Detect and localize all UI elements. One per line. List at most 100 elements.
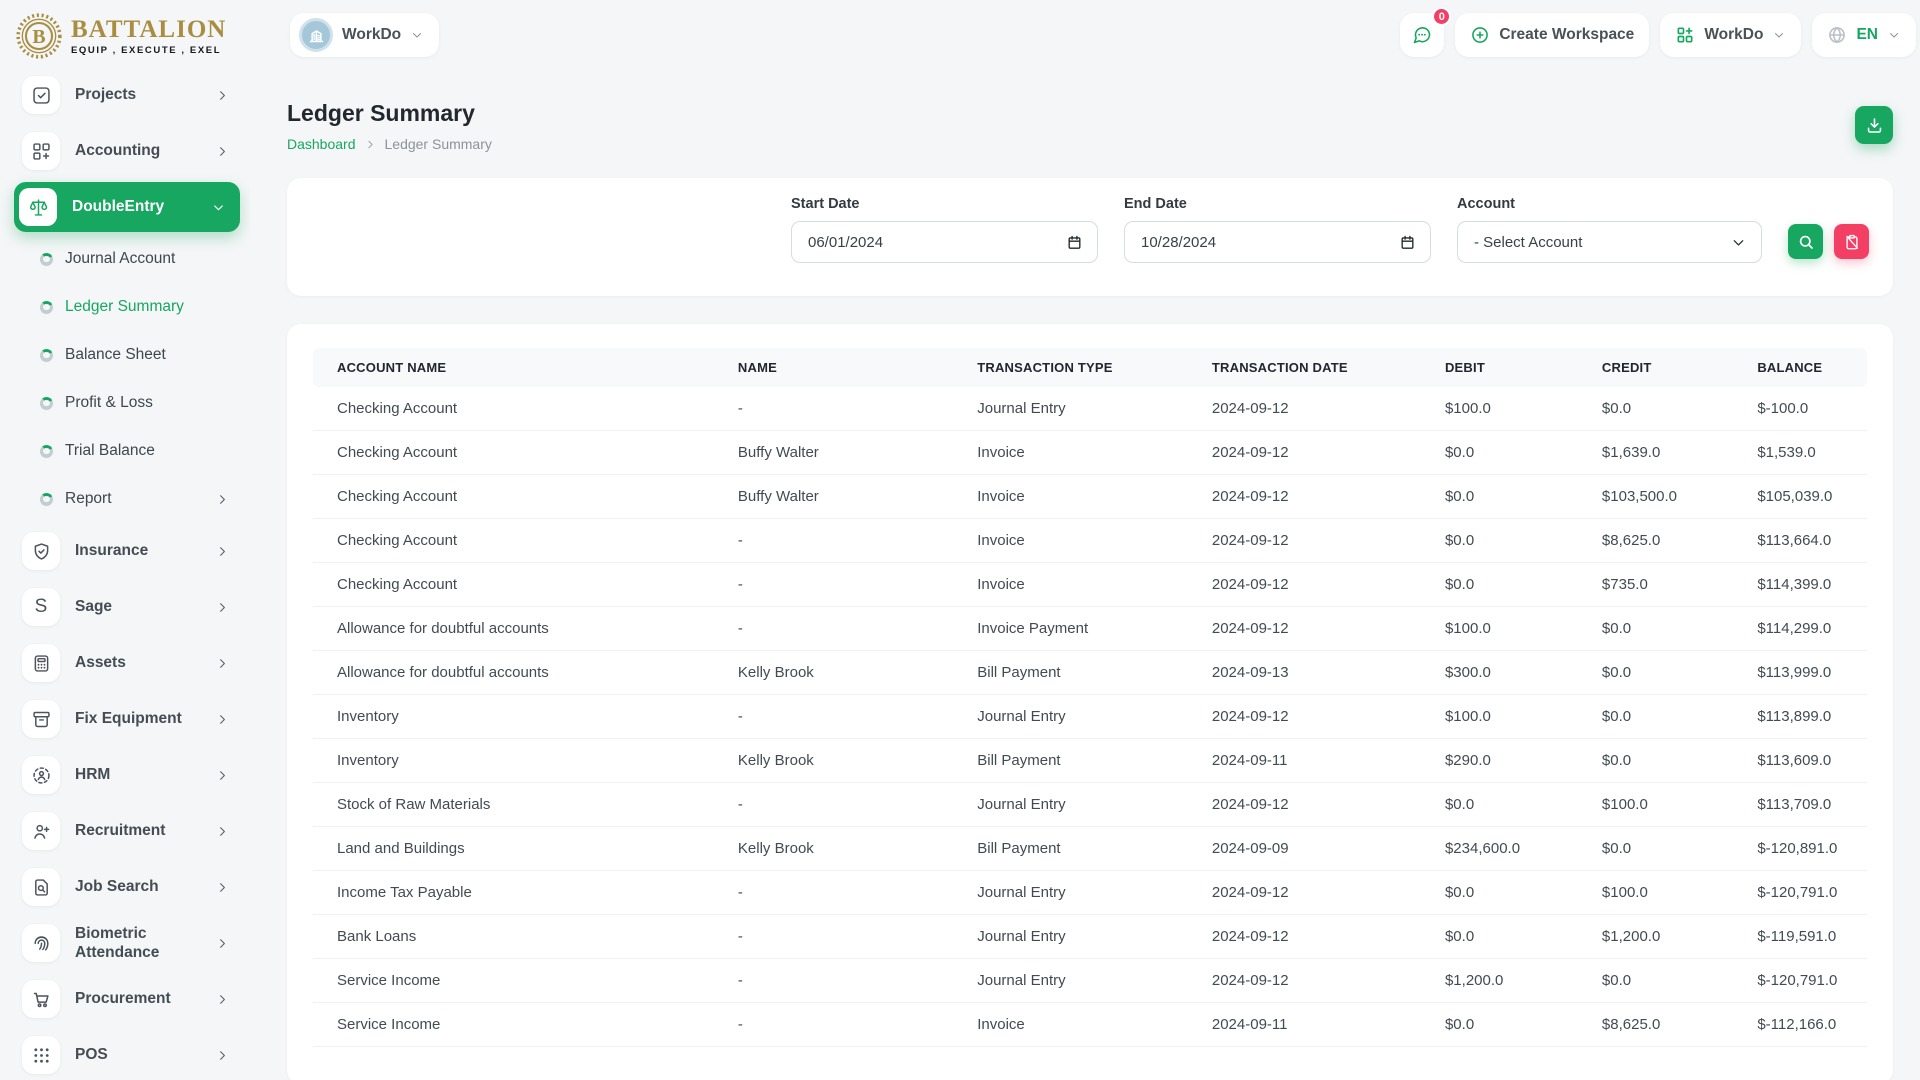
column-header-balance: BALANCE	[1733, 348, 1867, 387]
brand-name: BATTALION	[71, 15, 227, 43]
sidebar-item-accounting[interactable]: Accounting	[14, 123, 244, 179]
bullet-icon	[40, 348, 53, 362]
table-row: Service Income - Journal Entry 2024-09-12 $1…	[313, 959, 1867, 1003]
cell-balance: $114,299.0	[1757, 620, 1832, 637]
sage-icon: S	[22, 588, 60, 626]
chevron-right-icon	[215, 712, 230, 727]
cell-transaction-type: Bill Payment	[977, 752, 1061, 769]
brand-logo[interactable]: B BATTALION EQUIP , EXECUTE , EXEL	[0, 0, 250, 67]
table-row: Allowance for doubtful accounts Kelly Bro…	[313, 651, 1867, 695]
download-button[interactable]	[1855, 106, 1893, 144]
chevron-right-icon	[215, 880, 230, 895]
sidebar-item-insurance[interactable]: Insurance	[14, 523, 244, 579]
sidebar-item-biometric-attendance[interactable]: Biometric Attendance	[14, 915, 244, 971]
bullet-icon	[40, 492, 53, 506]
sidebar-item-assets[interactable]: Assets	[14, 635, 244, 691]
sidebar-subitem-profit-loss[interactable]: Profit & Loss	[0, 379, 244, 427]
svg-text:B: B	[32, 26, 45, 48]
table-row: Land and Buildings Kelly Brook Bill Paymen…	[313, 827, 1867, 871]
messages-button[interactable]: 0	[1400, 7, 1452, 57]
table-row: Allowance for doubtful accounts - Invoice …	[313, 607, 1867, 651]
sidebar-subitem-journal-account[interactable]: Journal Account	[0, 235, 244, 283]
chevron-right-icon	[364, 138, 377, 151]
insurance-icon	[22, 532, 60, 570]
end-date-input[interactable]: 10/28/2024	[1124, 221, 1431, 263]
cell-name: -	[737, 532, 743, 549]
chevron-right-icon	[215, 992, 230, 1007]
sidebar-item-label: Assets	[75, 654, 126, 672]
sidebar-item-pos[interactable]: POS	[14, 1027, 244, 1080]
workspace-switcher-label: WorkDo	[342, 26, 402, 43]
bullet-icon	[40, 300, 53, 314]
cell-debit: $0.0	[1444, 796, 1475, 813]
language-button[interactable]: EN	[1812, 13, 1916, 57]
chevron-right-icon	[215, 768, 230, 783]
cell-debit: $234,600.0	[1444, 840, 1521, 857]
reset-filter-button[interactable]	[1834, 224, 1869, 259]
chevron-right-icon	[215, 492, 230, 507]
sidebar-subitem-balance-sheet[interactable]: Balance Sheet	[0, 331, 244, 379]
sidebar-item-procurement[interactable]: Procurement	[14, 971, 244, 1027]
table-row: Inventory - Journal Entry 2024-09-12 $100.0 $…	[313, 695, 1867, 739]
sidebar-item-hrm[interactable]: HRM	[14, 747, 244, 803]
brand-emblem-icon: B	[16, 13, 62, 59]
chevron-right-icon	[215, 824, 230, 839]
sidebar-subitem-ledger-summary[interactable]: Ledger Summary	[0, 283, 244, 331]
sidebar-subitem-trial-balance[interactable]: Trial Balance	[0, 427, 244, 475]
cell-transaction-date: 2024-09-12	[1211, 400, 1289, 417]
chevron-down-icon	[1887, 28, 1901, 42]
cell-transaction-type: Invoice	[977, 576, 1025, 593]
ledger-table: ACCOUNT NAME NAME TRANSACTION TYPE TRANSACT…	[313, 348, 1867, 1047]
cell-transaction-type: Journal Entry	[977, 928, 1066, 945]
cell-transaction-date: 2024-09-09	[1211, 840, 1289, 857]
cell-debit: $0.0	[1444, 532, 1475, 549]
cell-name: -	[737, 620, 743, 637]
app-menu-button[interactable]: WorkDo	[1660, 13, 1802, 57]
page-title: Ledger Summary	[287, 100, 475, 126]
cell-balance: $113,609.0	[1757, 752, 1832, 769]
workspace-switcher[interactable]: WorkDo	[290, 13, 440, 57]
breadcrumb-dashboard[interactable]: Dashboard	[287, 136, 356, 152]
column-header-transaction-type: TRANSACTION TYPE	[953, 348, 1188, 387]
search-button[interactable]	[1788, 224, 1823, 259]
cell-credit: $735.0	[1601, 576, 1648, 593]
cell-account-name: Checking Account	[337, 400, 458, 417]
column-header-credit: CREDIT	[1577, 348, 1734, 387]
cell-name: -	[737, 1016, 743, 1033]
chevron-right-icon	[215, 1048, 230, 1063]
cell-account-name: Income Tax Payable	[337, 884, 472, 901]
cell-credit: $100.0	[1601, 796, 1648, 813]
cell-debit: $0.0	[1444, 488, 1475, 505]
sidebar-subitem-label: Trial Balance	[65, 442, 155, 459]
cell-balance: $1,539.0	[1757, 444, 1816, 461]
cell-transaction-type: Invoice	[977, 488, 1025, 505]
sidebar-item-projects[interactable]: Projects	[14, 67, 244, 123]
sidebar-item-job-search[interactable]: Job Search	[14, 859, 244, 915]
create-workspace-button[interactable]: Create Workspace	[1455, 13, 1650, 57]
sidebar-item-recruitment[interactable]: Recruitment	[14, 803, 244, 859]
cell-transaction-type: Invoice Payment	[977, 620, 1089, 637]
cell-debit: $300.0	[1444, 664, 1491, 681]
cell-debit: $290.0	[1444, 752, 1491, 769]
procurement-icon	[22, 980, 60, 1018]
sidebar-subitem-report[interactable]: Report	[0, 475, 244, 523]
cell-name: -	[737, 884, 743, 901]
account-select[interactable]: - Select Account	[1457, 221, 1762, 263]
end-date-value: 10/28/2024	[1141, 233, 1217, 251]
cell-debit: $1,200.0	[1444, 972, 1504, 989]
clipboard-off-icon	[1843, 233, 1861, 251]
messages-badge: 0	[1432, 7, 1452, 26]
sidebar-subitem-label: Journal Account	[65, 250, 176, 267]
cell-name: Kelly Brook	[737, 752, 814, 769]
sidebar-item-fix-equipment[interactable]: Fix Equipment	[14, 691, 244, 747]
cell-debit: $0.0	[1444, 1016, 1475, 1033]
cell-transaction-date: 2024-09-11	[1211, 752, 1288, 769]
cell-account-name: Inventory	[337, 752, 399, 769]
double-entry-scales-icon	[19, 188, 57, 226]
sidebar-item-doubleentry[interactable]: DoubleEntry	[14, 182, 240, 232]
start-date-input[interactable]: 06/01/2024	[791, 221, 1098, 263]
account-select-value: - Select Account	[1474, 233, 1583, 251]
cell-name: Kelly Brook	[737, 840, 814, 857]
sidebar-nav: Projects Accounting DoubleEntry Journal Acc…	[0, 67, 250, 1080]
sidebar-item-sage[interactable]: S Sage	[14, 579, 244, 635]
